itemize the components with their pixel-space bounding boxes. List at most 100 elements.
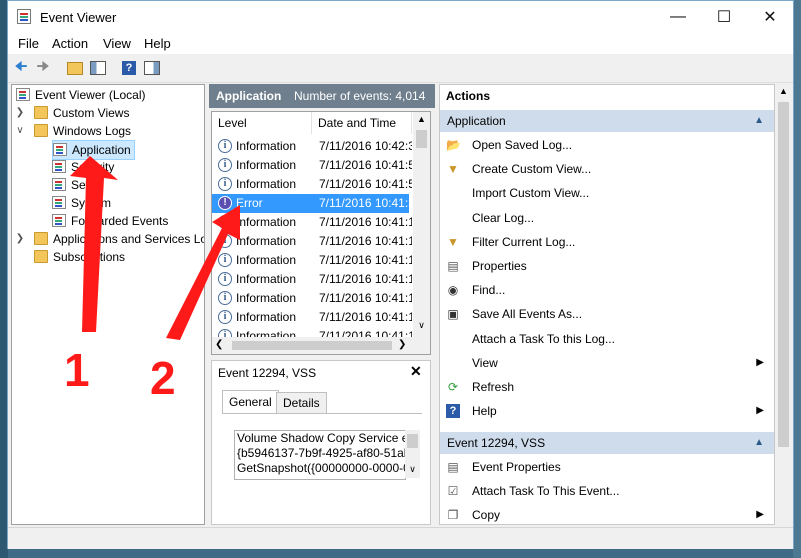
tree-windows-logs[interactable]: Windows Logs [34,122,131,140]
event-row[interactable]: i Information 7/11/2016 10:41:18 [212,270,412,289]
event-row[interactable]: i Information 7/11/2016 10:41:18 [212,251,412,270]
scroll-thumb[interactable] [416,130,427,148]
actions-section-application-label: Application [447,114,506,128]
action-label: Attach a Task To this Log... [472,331,615,346]
collapse-icon[interactable]: ▲ [754,110,764,132]
action-label: Event Properties [472,460,561,474]
forward-icon[interactable]: 🠊 [33,58,53,78]
action-refresh[interactable]: ⟳ Refresh [440,375,774,399]
filter-icon: ▼ [447,234,459,249]
event-row[interactable]: i Information 7/11/2016 10:41:19 [212,232,412,251]
chevron-right-icon[interactable]: ❯ [15,107,25,118]
tree-setup[interactable]: Setup [52,176,102,194]
menu-view[interactable]: View [103,36,131,51]
tree-custom-views[interactable]: Custom Views [34,104,129,122]
information-icon: i [218,310,232,324]
tree-system-label: System [71,196,112,210]
help-icon[interactable]: ? [119,58,139,78]
scroll-left-icon[interactable]: ❮ [215,339,223,350]
scroll-right-icon[interactable]: ❯ [398,339,406,350]
action-import-custom-view[interactable]: Import Custom View... [440,181,774,205]
tab-general[interactable]: General [222,390,279,413]
event-row-error[interactable]: ! Error 7/11/2016 10:41:37 [212,194,412,213]
action-view[interactable]: View ▶ [440,351,774,375]
event-datetime: 7/11/2016 10:41:18 [319,310,412,324]
close-icon[interactable]: ✕ [410,363,422,380]
show-hide-tree-icon[interactable] [88,58,108,78]
description-line: Volume Shadow Copy Service e [237,431,406,445]
action-save-all-events-as[interactable]: ▣ Save All Events As... [440,302,774,326]
menu-help[interactable]: Help [144,36,171,51]
tab-details[interactable]: Details [276,392,327,413]
event-row[interactable]: i Information 7/11/2016 10:41:18 [212,289,412,308]
scroll-down-icon[interactable]: ∨ [413,320,430,331]
event-level: Error [236,196,263,210]
information-icon: i [218,253,232,267]
scroll-down-icon[interactable]: ∨ [405,464,420,475]
action-attach-task-to-this-event[interactable]: ☑ Attach Task To This Event... [440,479,774,503]
action-clear-log[interactable]: Clear Log... [440,206,774,230]
action-create-custom-view[interactable]: ▼ Create Custom View... [440,157,774,181]
event-detail-title: Event 12294, VSS [218,366,317,380]
chevron-down-icon[interactable]: ∨ [15,125,25,136]
tree-system[interactable]: System [52,194,111,212]
action-find[interactable]: ◉ Find... [440,278,774,302]
collapse-icon[interactable]: ▲ [754,432,764,454]
log-icon [52,178,66,191]
event-row[interactable]: i Information 7/11/2016 10:41:55 [212,156,412,175]
menu-action[interactable]: Action [52,36,88,51]
action-properties[interactable]: ▤ Properties [440,254,774,278]
action-label: Attach Task To This Event... [472,484,620,498]
action-filter-current-log[interactable]: ▼ Filter Current Log... [440,230,774,254]
back-icon[interactable]: 🠈 [11,58,31,78]
menu-file[interactable]: File [18,36,39,51]
event-row[interactable]: i Information 7/11/2016 10:42:34 [212,137,412,156]
scroll-up-icon[interactable]: ▲ [413,114,430,124]
actions-section-event-label: Event 12294, VSS [447,436,546,450]
events-vertical-scrollbar[interactable]: ▲ ∨ [413,112,430,337]
action-help[interactable]: ? Help ▶ [440,399,774,423]
tree-security[interactable]: Security [52,158,114,176]
maximize-button[interactable]: ☐ [701,1,747,33]
tree-subscriptions[interactable]: Subscriptions [34,248,125,266]
chevron-right-icon[interactable]: ❯ [15,233,25,244]
scroll-thumb[interactable] [778,102,789,447]
event-datetime: 7/11/2016 10:41:37 [319,196,412,210]
minimize-button[interactable]: — [655,1,701,33]
events-horizontal-scrollbar[interactable]: ❮ ❯ [212,337,430,354]
action-attach-a-task-to-this-log[interactable]: Attach a Task To this Log... [440,327,774,351]
column-header-level[interactable]: Level [212,112,312,134]
h-scroll-thumb[interactable] [232,341,392,350]
description-scrollbar[interactable]: ∨ [405,430,420,478]
scroll-up-icon[interactable]: ▲ [775,86,792,96]
actions-section-application[interactable]: Application ▲ [440,110,774,132]
event-row[interactable]: i Information 7/11/2016 10:41:16 [212,327,412,337]
event-description[interactable]: Volume Shadow Copy Service e {b5946137-7… [234,430,406,480]
action-copy[interactable]: ❐ Copy ▶ [440,503,774,524]
action-event-properties[interactable]: ▤ Event Properties [440,455,774,479]
close-button[interactable]: ✕ [747,1,793,33]
task-icon: ☑ [447,484,459,498]
action-label: Filter Current Log... [472,234,576,249]
actions-section-event[interactable]: Event 12294, VSS ▲ [440,432,774,454]
scroll-thumb[interactable] [407,434,418,448]
save-icon: ▣ [447,307,459,322]
tree-apps-services[interactable]: Applications and Services Logs [34,230,204,248]
event-row[interactable]: i Information 7/11/2016 10:41:55 [212,175,412,194]
actions-header: Actions [446,89,491,103]
tree-forwarded-label: Forwarded Events [71,214,169,228]
properties-icon: ▤ [447,259,459,273]
tree-root[interactable]: Event Viewer (Local) [16,86,146,104]
show-hide-action-pane-icon[interactable] [142,58,162,78]
tree-forwarded-events[interactable]: Forwarded Events [52,212,168,230]
submenu-arrow-icon: ▶ [756,405,764,417]
event-row[interactable]: i Information 7/11/2016 10:41:18 [212,308,412,327]
actions-scrollbar[interactable]: ▲ [775,84,792,525]
up-folder-icon[interactable] [65,58,85,78]
tree-application[interactable]: Application [52,140,135,160]
menu-bar: File Action View Help [8,33,793,54]
column-header-datetime[interactable]: Date and Time [312,112,412,134]
action-open-saved-log[interactable]: 📂 Open Saved Log... [440,133,774,157]
tree-setup-label: Setup [71,178,103,192]
event-row[interactable]: i Information 7/11/2016 10:41:19 [212,213,412,232]
